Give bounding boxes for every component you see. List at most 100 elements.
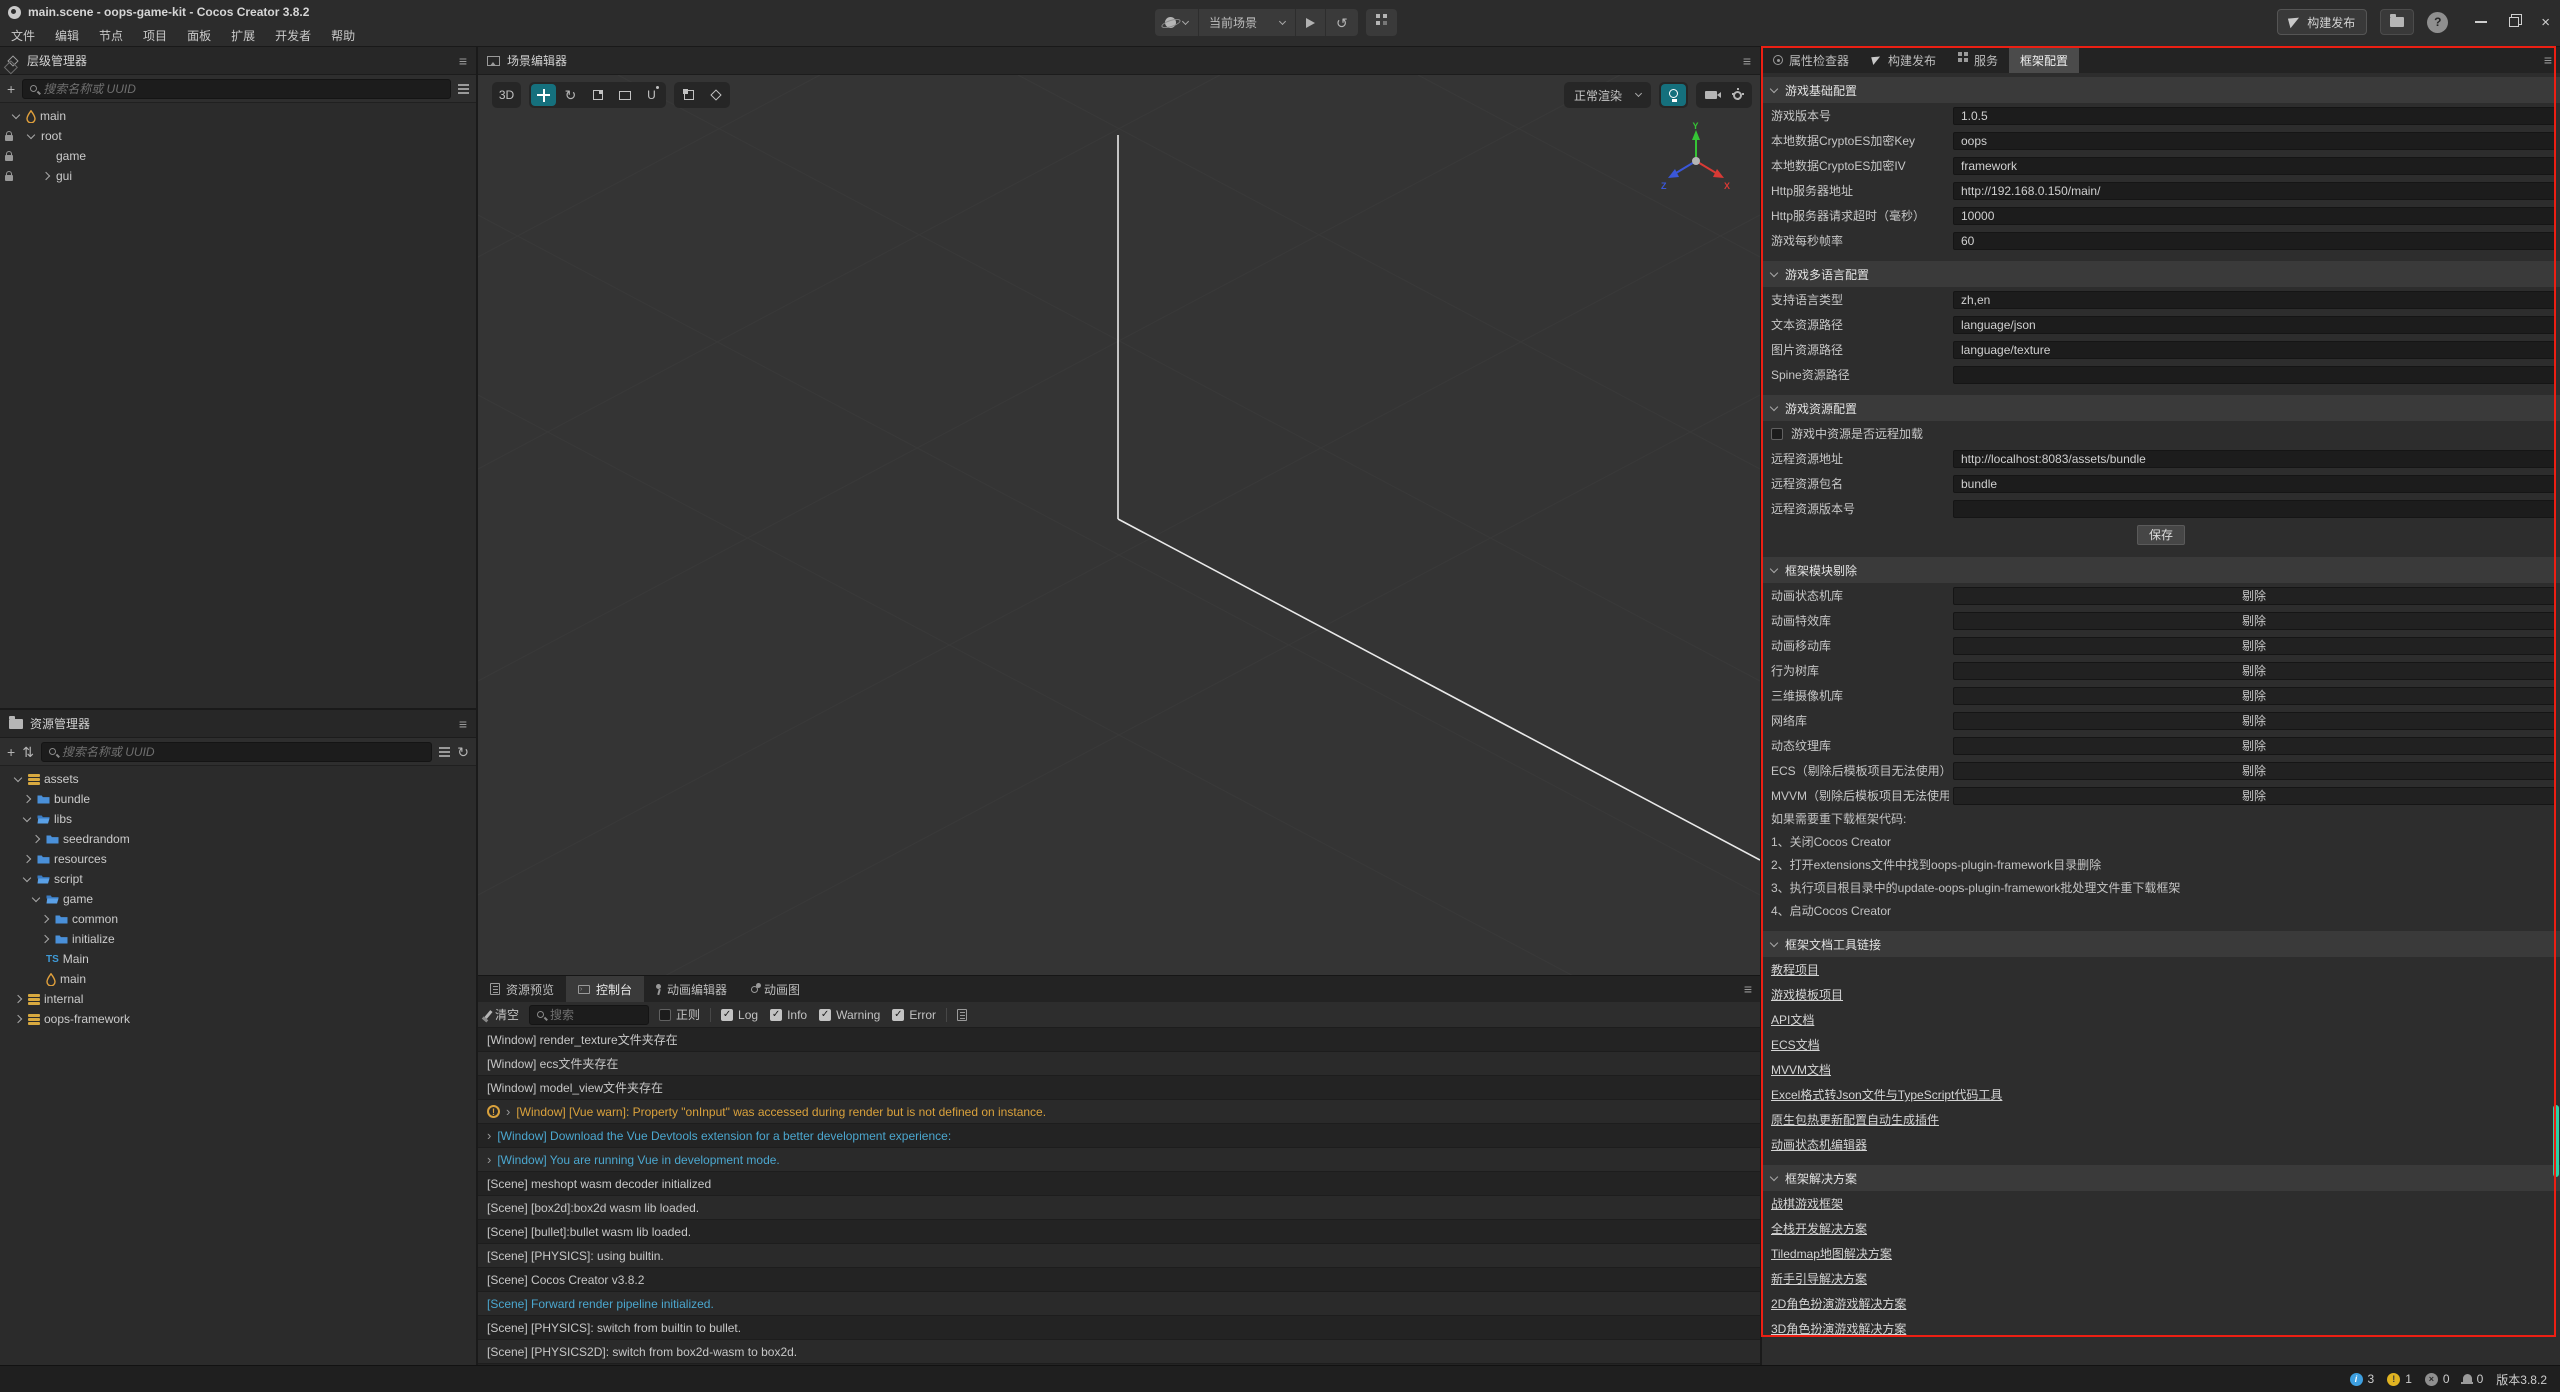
- asset-node-assets[interactable]: assets: [0, 769, 476, 789]
- section-header[interactable]: 游戏基础配置: [1762, 77, 2560, 103]
- asset-node-bundle[interactable]: bundle: [0, 789, 476, 809]
- asset-node-resources[interactable]: resources: [0, 849, 476, 869]
- asset-node-oops-framework[interactable]: oops-framework: [0, 1009, 476, 1029]
- inspector-tab-3[interactable]: 框架配置: [2009, 47, 2079, 73]
- scrollbar-thumb[interactable]: [2553, 1105, 2559, 1177]
- section-header[interactable]: 游戏多语言配置: [1762, 261, 2560, 287]
- inspector-tab-0[interactable]: 属性检查器: [1762, 47, 1860, 73]
- remove-module-button[interactable]: 剔除: [1953, 712, 2555, 730]
- log-row-11[interactable]: [Scene] Forward render pipeline initiali…: [478, 1292, 1760, 1316]
- save-button[interactable]: 保存: [2137, 525, 2185, 545]
- doc-link-6[interactable]: 原生包热更新配置自动生成插件: [1771, 1111, 1939, 1128]
- asset-node-common[interactable]: common: [0, 909, 476, 929]
- doc-link-5[interactable]: Excel格式转Json文件与TypeScript代码工具: [1771, 1086, 2002, 1103]
- log-row-12[interactable]: [Scene] [PHYSICS]: switch from builtin t…: [478, 1316, 1760, 1340]
- log-row-2[interactable]: [Window] model_view文件夹存在: [478, 1076, 1760, 1100]
- assets-search-input[interactable]: 搜索名称或 UUID: [41, 742, 432, 762]
- tree-chevron-icon[interactable]: [14, 1015, 22, 1023]
- doc-link-2[interactable]: API文档: [1771, 1011, 1814, 1028]
- remove-module-button[interactable]: 剔除: [1953, 637, 2555, 655]
- field-input[interactable]: [1953, 366, 2555, 384]
- inspector-tab-2[interactable]: 服务: [1947, 47, 2009, 73]
- section-header[interactable]: 框架文档工具链接: [1762, 931, 2560, 957]
- menu-item-3[interactable]: 项目: [140, 25, 170, 46]
- asset-node-initialize[interactable]: initialize: [0, 929, 476, 949]
- open-project-folder-button[interactable]: [2380, 9, 2414, 35]
- filter-error[interactable]: ✓Error: [892, 1008, 936, 1022]
- log-row-8[interactable]: [Scene] [bullet]:bullet wasm lib loaded.: [478, 1220, 1760, 1244]
- expand-chevron-icon[interactable]: ›: [487, 1129, 491, 1142]
- menu-item-1[interactable]: 编辑: [52, 25, 82, 46]
- console-tab-0[interactable]: 资源预览: [478, 976, 566, 1002]
- hierarchy-node-game[interactable]: game: [0, 146, 476, 166]
- tree-chevron-icon[interactable]: [14, 773, 22, 781]
- inspector-tab-1[interactable]: 构建发布: [1860, 47, 1947, 73]
- assets-menu-icon[interactable]: ≡: [459, 716, 467, 732]
- camera-settings-button[interactable]: [1698, 84, 1723, 106]
- preview-device-select[interactable]: [1155, 9, 1199, 36]
- log-row-6[interactable]: [Scene] meshopt wasm decoder initialized: [478, 1172, 1760, 1196]
- console-menu-icon[interactable]: ≡: [1744, 981, 1752, 997]
- menu-item-7[interactable]: 帮助: [328, 25, 358, 46]
- tree-chevron-icon[interactable]: [12, 110, 20, 118]
- field-input[interactable]: language/texture: [1953, 341, 2555, 359]
- hierarchy-node-main[interactable]: main: [0, 106, 476, 126]
- pivot-position-button[interactable]: [676, 84, 701, 106]
- solution-link-0[interactable]: 战棋游戏框架: [1771, 1195, 1843, 1212]
- console-search-input[interactable]: 搜索: [529, 1005, 649, 1025]
- filter-log[interactable]: ✓Log: [721, 1008, 758, 1022]
- hierarchy-node-root[interactable]: root: [0, 126, 476, 146]
- section-header[interactable]: 框架模块剔除: [1762, 557, 2560, 583]
- menu-item-2[interactable]: 节点: [96, 25, 126, 46]
- field-input[interactable]: http://192.168.0.150/main/: [1953, 182, 2555, 200]
- preview-qr-button[interactable]: [1366, 9, 1397, 36]
- status-info[interactable]: i 3: [2350, 1372, 2375, 1386]
- log-row-3[interactable]: !›[Window] [Vue warn]: Property "onInput…: [478, 1100, 1760, 1124]
- field-input[interactable]: zh,en: [1953, 291, 2555, 309]
- expand-chevron-icon[interactable]: ›: [506, 1105, 510, 1118]
- doc-link-1[interactable]: 游戏模板项目: [1771, 986, 1843, 1003]
- gizmo-tool-button[interactable]: U: [639, 84, 664, 106]
- scale-tool-button[interactable]: [585, 84, 610, 106]
- remove-module-button[interactable]: 剔除: [1953, 762, 2555, 780]
- build-publish-button[interactable]: 构建发布: [2277, 9, 2367, 35]
- remove-module-button[interactable]: 剔除: [1953, 612, 2555, 630]
- hierarchy-filter-icon[interactable]: [458, 84, 469, 94]
- help-button[interactable]: ?: [2427, 12, 2448, 33]
- solution-link-3[interactable]: 新手引导解决方案: [1771, 1270, 1867, 1287]
- play-button[interactable]: [1296, 9, 1326, 36]
- create-node-button[interactable]: +: [7, 82, 15, 96]
- menu-item-5[interactable]: 扩展: [228, 25, 258, 46]
- hierarchy-search-input[interactable]: 搜索名称或 UUID: [22, 79, 451, 99]
- tree-chevron-icon[interactable]: [42, 172, 50, 180]
- collapse-logs-icon[interactable]: [957, 1009, 967, 1021]
- remove-module-button[interactable]: 剔除: [1953, 587, 2555, 605]
- field-input[interactable]: framework: [1953, 157, 2555, 175]
- asset-node-libs[interactable]: libs: [0, 809, 476, 829]
- log-row-5[interactable]: ›[Window] You are running Vue in develop…: [478, 1148, 1760, 1172]
- tree-chevron-icon[interactable]: [41, 915, 49, 923]
- lighting-toggle-button[interactable]: [1661, 84, 1686, 106]
- remove-module-button[interactable]: 剔除: [1953, 687, 2555, 705]
- log-row-7[interactable]: [Scene] [box2d]:box2d wasm lib loaded.: [478, 1196, 1760, 1220]
- field-input[interactable]: oops: [1953, 132, 2555, 150]
- field-input[interactable]: [1953, 500, 2555, 518]
- close-button[interactable]: ×: [2541, 15, 2550, 30]
- expand-chevron-icon[interactable]: ›: [487, 1153, 491, 1166]
- assets-filter-icon[interactable]: [439, 747, 450, 757]
- remove-module-button[interactable]: 剔除: [1953, 737, 2555, 755]
- field-input[interactable]: bundle: [1953, 475, 2555, 493]
- asset-node-script[interactable]: script: [0, 869, 476, 889]
- console-tab-3[interactable]: 动画图: [739, 976, 812, 1002]
- tree-chevron-icon[interactable]: [27, 130, 35, 138]
- menu-item-4[interactable]: 面板: [184, 25, 214, 46]
- field-input[interactable]: http://localhost:8083/assets/bundle: [1953, 450, 2555, 468]
- scene-viewport[interactable]: 3D ↻ U 正常渲染: [478, 75, 1760, 975]
- tree-chevron-icon[interactable]: [23, 795, 31, 803]
- log-row-9[interactable]: [Scene] [PHYSICS]: using builtin.: [478, 1244, 1760, 1268]
- console-tab-2[interactable]: 动画编辑器: [644, 976, 739, 1002]
- minimize-button[interactable]: [2475, 21, 2487, 23]
- solution-link-4[interactable]: 2D角色扮演游戏解决方案: [1771, 1295, 1906, 1312]
- log-row-10[interactable]: [Scene] Cocos Creator v3.8.2: [478, 1268, 1760, 1292]
- field-input[interactable]: 10000: [1953, 207, 2555, 225]
